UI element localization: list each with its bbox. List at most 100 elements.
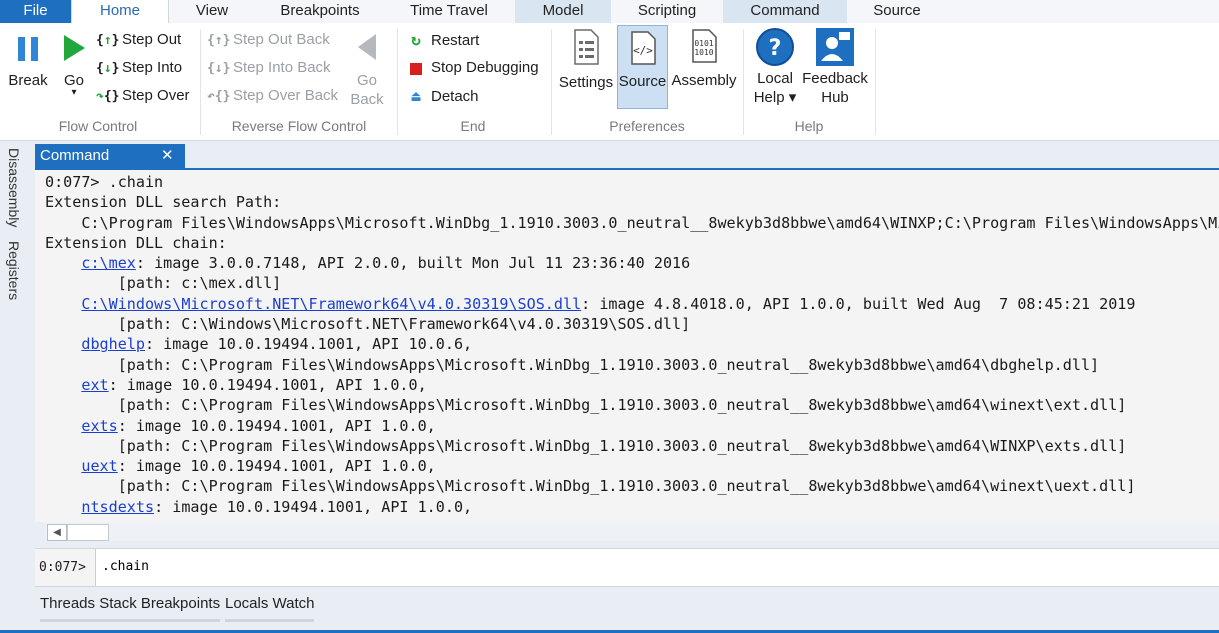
help-group-label: Help bbox=[794, 118, 824, 134]
tab-source[interactable]: Source bbox=[847, 0, 947, 23]
eject-icon: ⏏ bbox=[411, 87, 421, 105]
output-line: [path: c:\mex.dll] bbox=[45, 274, 282, 293]
extension-link[interactable]: c:\mex bbox=[81, 254, 136, 272]
scrollbar-thumb[interactable] bbox=[67, 524, 109, 541]
step-into-back-button[interactable]: {↓} Step Into Back bbox=[207, 55, 331, 81]
output-line: exts: image 10.0.19494.1001, API 1.0.0, bbox=[45, 416, 1219, 436]
output-text: : image 10.0.19494.1001, API 1.0.0, bbox=[154, 497, 473, 516]
step-out-button[interactable]: {↑} Step Out bbox=[96, 27, 181, 53]
tab-file[interactable]: File bbox=[0, 0, 71, 23]
tab-view[interactable]: View bbox=[167, 0, 257, 23]
step-out-back-label: Step Out Back bbox=[233, 31, 330, 48]
step-out-back-button[interactable]: {↑} Step Out Back bbox=[207, 27, 330, 53]
output-line: [path: C:\Program Files\WindowsApps\Micr… bbox=[45, 355, 1100, 374]
output-line: 0:077> .chain bbox=[45, 173, 164, 191]
step-out-label: Step Out bbox=[122, 31, 182, 48]
go-dropdown-arrow[interactable]: ▾ bbox=[56, 88, 92, 98]
flow-control-group-label: Flow Control bbox=[58, 118, 138, 134]
detach-button[interactable]: ⏏ Detach bbox=[405, 83, 479, 109]
play-icon bbox=[64, 35, 85, 61]
go-back-label-2: Back bbox=[350, 91, 384, 108]
output-line: [path: C:\Program Files\WindowsApps\Micr… bbox=[45, 436, 1127, 455]
side-tab-disassembly[interactable]: Disassembly bbox=[6, 148, 22, 227]
scrollbar-track[interactable] bbox=[45, 522, 1219, 541]
step-over-label: Step Over bbox=[122, 87, 190, 104]
extension-link[interactable]: uext bbox=[81, 457, 117, 475]
stop-icon bbox=[405, 56, 427, 82]
feedback-hub-button[interactable]: Feedback Hub bbox=[802, 27, 868, 107]
command-window-title: Command bbox=[40, 147, 110, 164]
output-line: [path: C:\Program Files\WindowsApps\Micr… bbox=[45, 477, 1136, 496]
restart-icon: ↻ bbox=[411, 30, 421, 49]
tab-locals-watch[interactable]: Locals Watch bbox=[225, 593, 315, 622]
go-button[interactable]: Go ▾ bbox=[56, 31, 92, 98]
tab-scripting[interactable]: Scripting bbox=[611, 0, 723, 23]
extension-link[interactable]: dbghelp bbox=[81, 335, 145, 353]
settings-button[interactable]: Settings bbox=[557, 29, 615, 91]
break-button[interactable]: Break bbox=[4, 31, 52, 89]
prompt-label: 0:077> bbox=[35, 549, 96, 586]
side-tab-registers[interactable]: Registers bbox=[6, 241, 22, 300]
pause-icon bbox=[18, 37, 38, 61]
output-line: dbghelp: image 10.0.19494.1001, API 10.0… bbox=[45, 334, 1219, 354]
svg-text:</>: </> bbox=[633, 44, 653, 57]
ribbon-tab-bar: File Home View Breakpoints Time Travel M… bbox=[0, 0, 1219, 24]
extension-link[interactable]: C:\Windows\Microsoft.NET\Framework64\v4.… bbox=[81, 295, 581, 313]
svg-text:1010: 1010 bbox=[694, 48, 713, 57]
assembly-button[interactable]: 0101 1010 Assembly bbox=[670, 29, 738, 89]
output-line: Extension DLL chain: bbox=[45, 233, 227, 252]
tab-command[interactable]: Command bbox=[723, 0, 847, 23]
output-line: [path: C:\Program Files\WindowsApps\Micr… bbox=[45, 396, 1127, 415]
tab-time-travel[interactable]: Time Travel bbox=[383, 0, 515, 23]
extension-link[interactable]: ntsdexts bbox=[81, 498, 154, 516]
feedback-hub-label-2: Hub bbox=[821, 89, 849, 106]
question-icon: ? bbox=[756, 28, 794, 66]
tab-home[interactable]: Home bbox=[71, 0, 169, 24]
tab-threads-stack-breakpoints[interactable]: Threads Stack Breakpoints bbox=[40, 593, 221, 622]
stop-debugging-button[interactable]: Stop Debugging bbox=[405, 55, 539, 81]
output-text: : image 10.0.19494.1001, API 1.0.0, bbox=[117, 457, 436, 476]
local-help-button[interactable]: ? Local Help ▾ bbox=[750, 27, 800, 107]
extension-link[interactable]: ext bbox=[81, 376, 108, 394]
restart-button[interactable]: ↻ Restart bbox=[405, 27, 479, 53]
preferences-group-label: Preferences bbox=[609, 118, 685, 134]
code-document-icon: </> bbox=[630, 31, 656, 65]
output-line: C:\Windows\Microsoft.NET\Framework64\v4.… bbox=[45, 294, 1219, 314]
step-into-button[interactable]: {↓} Step Into bbox=[96, 55, 182, 81]
command-input[interactable] bbox=[99, 551, 1209, 581]
tab-model[interactable]: Model bbox=[515, 0, 611, 23]
output-line: ext: image 10.0.19494.1001, API 1.0.0, bbox=[45, 375, 1219, 395]
extension-link[interactable]: exts bbox=[81, 417, 117, 435]
step-over-button[interactable]: ↷{} Step Over bbox=[96, 83, 190, 109]
horizontal-scrollbar[interactable]: ◀ bbox=[45, 522, 1219, 541]
back-triangle-icon bbox=[358, 34, 376, 60]
step-out-icon: {↑} bbox=[96, 33, 120, 48]
end-group-label: End bbox=[460, 118, 486, 134]
step-over-back-button[interactable]: ↶{} Step Over Back bbox=[207, 83, 338, 109]
step-into-label: Step Into bbox=[122, 59, 183, 76]
output-text: : image 10.0.19494.1001, API 1.0.0, bbox=[117, 416, 436, 435]
source-button[interactable]: </> Source bbox=[617, 25, 668, 109]
svg-text:?: ? bbox=[769, 36, 782, 61]
detach-label: Detach bbox=[431, 88, 479, 105]
output-line: C:\Program Files\WindowsApps\Microsoft.W… bbox=[45, 213, 1219, 232]
person-icon bbox=[816, 28, 854, 66]
output-text: : image 10.0.19494.1001, API 1.0.0, bbox=[108, 375, 427, 394]
svg-text:0101: 0101 bbox=[694, 39, 713, 48]
tab-breakpoints[interactable]: Breakpoints bbox=[257, 0, 383, 23]
output-line: c:\mex: image 3.0.0.7148, API 2.0.0, bui… bbox=[45, 253, 1219, 273]
go-back-button[interactable]: Go Back bbox=[344, 31, 390, 109]
output-text: : image 3.0.0.7148, API 2.0.0, built Mon… bbox=[135, 254, 691, 273]
assembly-label: Assembly bbox=[671, 72, 737, 89]
command-input-area: 0:077> bbox=[35, 548, 1219, 587]
output-line: [path: C:\Windows\Microsoft.NET\Framewor… bbox=[45, 315, 691, 334]
command-window-tab[interactable]: Command ✕ bbox=[35, 144, 185, 168]
step-over-icon: ↷{} bbox=[96, 89, 120, 104]
scroll-left-icon[interactable]: ◀ bbox=[47, 524, 67, 541]
ribbon: Break Go ▾ {↑} Step Out {↓} Step Into ↷{} S… bbox=[0, 23, 1219, 141]
close-icon[interactable]: ✕ bbox=[161, 144, 174, 168]
output-line: ntsdexts: image 10.0.19494.1001, API 1.0… bbox=[45, 497, 1219, 517]
step-out-back-icon: {↑} bbox=[207, 33, 231, 48]
command-output[interactable]: 0:077> .chain Extension DLL search Path: … bbox=[35, 170, 1219, 522]
stop-debugging-label: Stop Debugging bbox=[431, 59, 539, 76]
